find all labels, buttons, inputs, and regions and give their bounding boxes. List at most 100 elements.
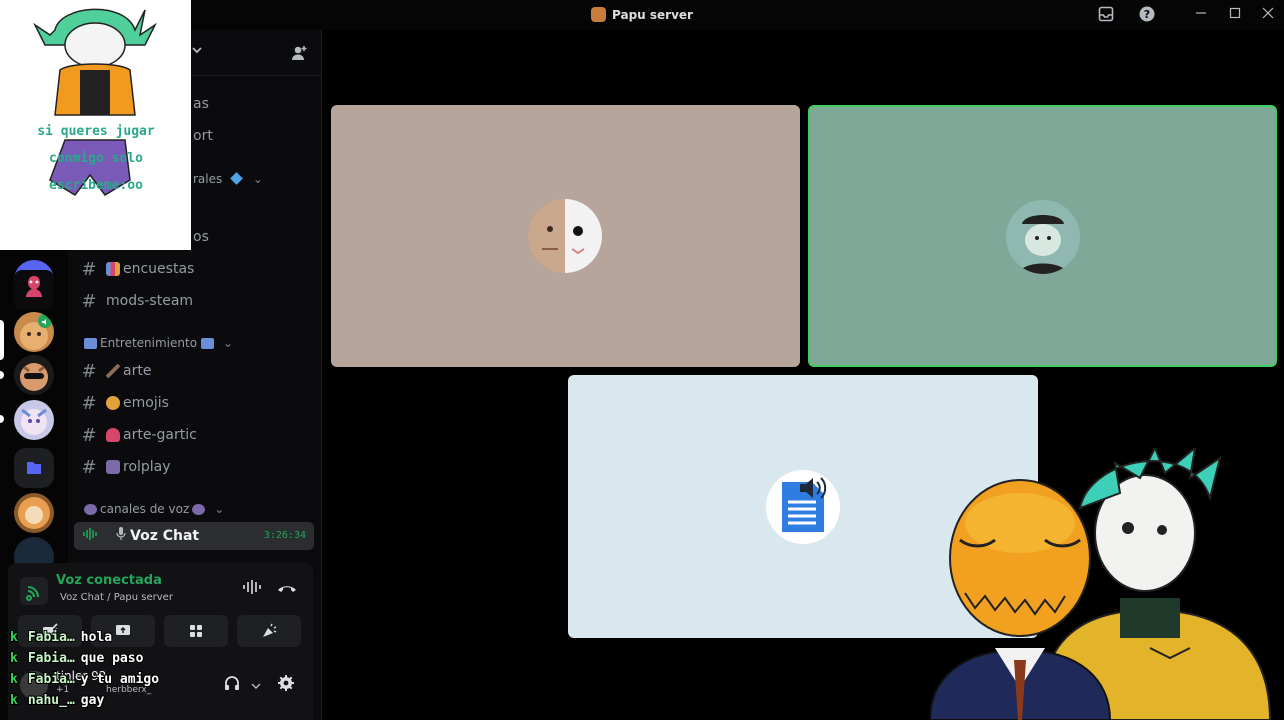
sticker-line: si queres jugar: [37, 124, 155, 139]
server-icon: [591, 7, 607, 22]
chat-text: gay: [80, 693, 105, 708]
chat-user: Fabia…: [27, 672, 75, 687]
category-label-partial-text: rales: [193, 172, 223, 186]
hash-icon: #: [81, 290, 97, 312]
voice-status[interactable]: Voz conectada: [56, 573, 162, 588]
server-icon[interactable]: [14, 312, 54, 352]
channel-label-partial[interactable]: ort: [193, 128, 213, 144]
category-label-partial[interactable]: rales ⌄: [193, 172, 263, 186]
hash-icon: #: [81, 424, 97, 446]
participant-tile[interactable]: [331, 105, 800, 367]
close-icon[interactable]: [1259, 6, 1277, 24]
activity-button[interactable]: [164, 615, 228, 647]
brush-emoji-icon: [106, 364, 120, 378]
soundboard-icon: [263, 623, 277, 637]
minimize-icon[interactable]: [1192, 6, 1210, 24]
channel-name: rolplay: [123, 459, 171, 475]
participant-tile-speaking[interactable]: [808, 105, 1277, 367]
diamond-icon: [230, 172, 243, 185]
server-icon[interactable]: [14, 493, 54, 533]
help-icon[interactable]: ?: [1138, 6, 1156, 24]
category-name: canales de voz: [100, 502, 190, 516]
channel-name: mods-steam: [106, 293, 194, 309]
headphones-icon[interactable]: [223, 674, 241, 696]
chat-bullet-icon: k: [10, 630, 18, 645]
voice-channel-voz-chat[interactable]: Voz Chat 3:26:34: [74, 522, 314, 550]
chat-user: Fabia…: [27, 630, 75, 645]
cat-emoji-icon: [106, 396, 120, 410]
chat-text: y tu amigo: [80, 672, 160, 687]
avatar: [1006, 200, 1080, 274]
title-bar: Papu server ?: [0, 0, 1284, 30]
server-icon[interactable]: [14, 270, 54, 310]
channel-name: encuestas: [123, 261, 195, 277]
tv-emoji-icon: [201, 337, 215, 349]
chat-bullet-icon: k: [10, 693, 18, 708]
voice-activity-icon: [82, 527, 102, 545]
channel-label-partial[interactable]: os: [193, 229, 209, 245]
hash-icon: #: [81, 392, 97, 414]
window-title: Papu server: [0, 7, 1284, 22]
purple-emoji-icon: [192, 503, 206, 515]
sticker-line: escribeme:oo: [49, 178, 143, 193]
chat-text: que paso: [80, 651, 144, 666]
gear-icon[interactable]: [277, 674, 295, 696]
channel-label-partial[interactable]: as: [193, 96, 209, 112]
chevron-down-icon: ⌄: [223, 336, 234, 350]
chat-bullet-icon: k: [10, 672, 18, 687]
maximize-icon[interactable]: [1226, 6, 1244, 24]
channel-encuestas[interactable]: # encuestas: [78, 255, 314, 283]
chat-message: k Fabia… hola: [10, 630, 112, 645]
category-entretenimiento[interactable]: Entretenimiento ⌄: [84, 336, 233, 350]
hash-icon: #: [81, 258, 97, 280]
selected-server-pill: [0, 320, 4, 360]
voice-location[interactable]: Voz Chat / Papu server: [60, 592, 173, 603]
character-overlay: [928, 445, 1284, 720]
tv-emoji-icon: [84, 337, 97, 349]
voice-timer: 3:26:34: [263, 530, 306, 541]
server-icon[interactable]: [14, 400, 54, 440]
chart-emoji-icon: [106, 262, 120, 276]
chat-bullet-icon: k: [10, 651, 18, 666]
sticker-overlay: si queres jugar conmigo solo escribeme:o…: [0, 0, 191, 250]
folder-icon[interactable]: [14, 448, 54, 488]
signal-icon[interactable]: [20, 577, 48, 605]
disconnect-icon[interactable]: [276, 580, 298, 599]
channel-arte-gartic[interactable]: # arte-gartic: [78, 421, 314, 449]
server-icon[interactable]: [14, 355, 54, 395]
microphone-icon: [116, 527, 126, 545]
activity-icon: [190, 625, 202, 637]
sticker-line: conmigo solo: [49, 151, 143, 166]
chat-text: hola: [80, 630, 113, 645]
purple-emoji-icon: [84, 503, 97, 515]
chat-user: Fabia…: [27, 651, 75, 666]
chat-message: k Fabia… que paso: [10, 651, 143, 666]
noise-suppression-icon[interactable]: [242, 579, 262, 599]
chevron-down-icon: ⌄: [214, 502, 225, 516]
sticker-text: si queres jugar conmigo solo escribeme:o…: [10, 118, 182, 199]
chevron-down-icon[interactable]: [191, 44, 203, 59]
chevron-down-icon[interactable]: [251, 676, 261, 695]
channel-rolplay[interactable]: # rolplay: [78, 453, 314, 481]
category-canales-de-voz[interactable]: canales de voz ⌄: [84, 502, 224, 516]
svg-text:?: ?: [1144, 8, 1150, 21]
voice-channel-name: Voz Chat: [130, 528, 200, 544]
car-emoji-icon: [106, 428, 120, 442]
channel-emojis[interactable]: # emojis: [78, 389, 314, 417]
chevron-down-icon: ⌄: [252, 172, 263, 186]
chat-message: k Fabia… y tu amigo: [10, 672, 159, 687]
channel-arte[interactable]: # arte: [78, 357, 314, 385]
avatar: [528, 199, 602, 273]
inbox-icon[interactable]: [1097, 6, 1115, 24]
add-member-icon[interactable]: [290, 44, 308, 66]
unread-pill: [0, 415, 4, 423]
category-name: Entretenimiento: [100, 336, 198, 350]
hash-icon: #: [81, 360, 97, 382]
channel-mods-steam[interactable]: # mods-steam: [78, 287, 314, 315]
channel-name: arte-gartic: [123, 427, 197, 443]
soundboard-button[interactable]: [237, 615, 301, 647]
avatar: [766, 470, 840, 544]
dice-emoji-icon: [106, 460, 120, 474]
unread-pill: [0, 371, 4, 379]
hash-icon: #: [81, 456, 97, 478]
